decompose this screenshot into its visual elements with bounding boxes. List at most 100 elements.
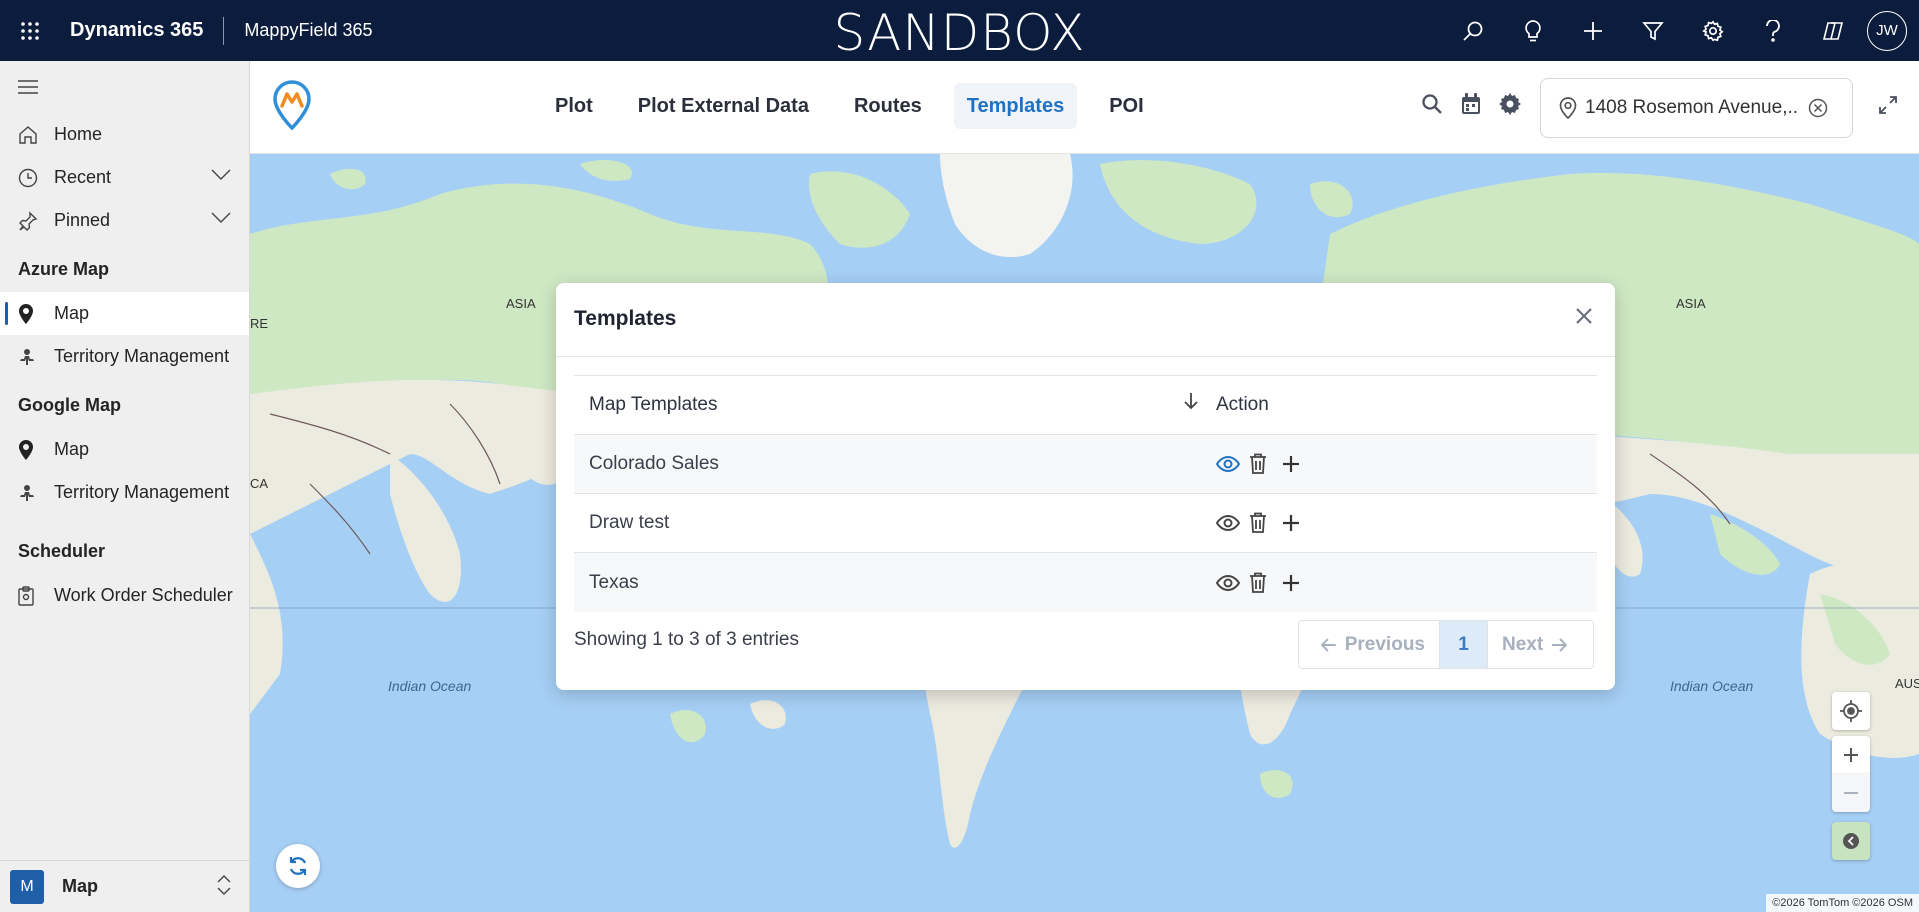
search-icon[interactable]	[1443, 0, 1503, 61]
search-icon[interactable]	[1412, 93, 1451, 115]
nav-item-google-map[interactable]: Map	[0, 428, 249, 471]
nav-item-label: Map	[54, 303, 90, 323]
dialog-divider	[556, 356, 1615, 357]
nav-item-label: Territory Management	[54, 482, 230, 502]
nav-item-recent[interactable]: Recent	[0, 156, 249, 199]
delete-trash-icon[interactable]	[1249, 512, 1282, 534]
map-pin-icon	[18, 303, 54, 324]
map-label-ca: CA	[250, 476, 269, 491]
area-name: Map	[62, 876, 98, 896]
calendar-icon[interactable]	[1451, 93, 1490, 115]
filter-icon[interactable]	[1623, 0, 1683, 61]
arrow-right-icon	[1552, 637, 1568, 652]
my-location-icon[interactable]	[1832, 692, 1870, 730]
previous-page-button[interactable]: Previous	[1299, 621, 1440, 668]
product-name[interactable]: Dynamics 365	[60, 19, 223, 42]
nav-item-home[interactable]: Home	[0, 113, 249, 156]
template-name: Colorado Sales	[589, 453, 719, 474]
app-launcher-icon[interactable]	[0, 0, 60, 61]
gear-icon[interactable]	[1683, 0, 1743, 61]
add-plus-icon[interactable]	[1282, 455, 1315, 473]
map-label-asia: ASIA	[1676, 296, 1706, 311]
column-header-map-templates[interactable]: Map Templates	[574, 392, 1216, 416]
location-field[interactable]: 1408 Rosemon Avenue,...	[1540, 78, 1853, 138]
clipboard-icon	[18, 585, 54, 606]
nav-item-label: Pinned	[54, 210, 111, 230]
map-label-indian-ocean: Indian Ocean	[388, 678, 472, 694]
area-badge: M	[10, 869, 44, 904]
chevron-down-icon[interactable]	[211, 169, 231, 181]
templates-dialog: Templates Map Templates Action Colorado …	[556, 283, 1615, 690]
add-plus-icon[interactable]	[1282, 514, 1315, 532]
view-eye-icon[interactable]	[1216, 455, 1249, 473]
pagination: Previous 1 Next	[1298, 620, 1594, 669]
close-icon[interactable]	[1575, 307, 1593, 325]
chevron-up-down-icon[interactable]	[217, 875, 231, 895]
lightbulb-icon[interactable]	[1503, 0, 1563, 61]
map-label-aus: AUS	[1895, 676, 1919, 691]
territory-icon	[18, 484, 54, 502]
plus-icon[interactable]	[1563, 0, 1623, 61]
app-name[interactable]: MappyField 365	[224, 20, 372, 41]
map-label-re: RE	[250, 316, 269, 331]
clear-circle-icon[interactable]	[1808, 98, 1828, 118]
table-row: Colorado Sales	[574, 435, 1597, 494]
delete-trash-icon[interactable]	[1249, 453, 1282, 475]
home-icon	[18, 125, 54, 145]
tab-routes[interactable]: Routes	[841, 83, 935, 129]
location-pin-icon	[1559, 97, 1577, 119]
location-input-value[interactable]: 1408 Rosemon Avenue,...	[1585, 97, 1799, 119]
nav-item-label: Map	[54, 439, 90, 459]
mappyfield-logo	[272, 80, 312, 130]
add-plus-icon[interactable]	[1282, 574, 1315, 592]
nav-item-work-order-scheduler[interactable]: Work Order Scheduler	[0, 574, 249, 617]
gear-icon[interactable]	[1490, 93, 1529, 115]
nav-item-label: Work Order Scheduler	[54, 585, 233, 605]
nav-item-google-territory-management[interactable]: Territory Management	[0, 471, 249, 514]
template-name: Texas	[589, 571, 639, 593]
clock-icon	[18, 168, 54, 188]
nav-group-scheduler: Scheduler	[18, 541, 106, 561]
table-row: Draw test	[574, 494, 1597, 553]
delete-trash-icon[interactable]	[1249, 572, 1282, 594]
nav-item-label: Recent	[54, 167, 112, 187]
next-page-button[interactable]: Next	[1488, 621, 1593, 668]
chevron-down-icon[interactable]	[211, 212, 231, 224]
help-icon[interactable]	[1743, 0, 1803, 61]
table-header-row: Map Templates Action	[574, 376, 1597, 435]
arrow-left-icon	[1321, 637, 1336, 652]
top-bar: Dynamics 365 MappyField 365 SANDBOX JW	[0, 0, 1919, 62]
map-attribution: ©2026 TomTom ©2026 OSM	[1766, 894, 1919, 912]
pin-icon	[18, 210, 54, 231]
refresh-icon[interactable]	[276, 844, 320, 888]
hamburger-menu-icon[interactable]	[0, 61, 249, 113]
nav-item-label: Home	[54, 124, 103, 144]
zoom-in-button[interactable]	[1832, 736, 1870, 774]
nav-item-azure-map[interactable]: Map	[0, 292, 249, 335]
map-app-header: Plot Plot External Data Routes Templates…	[250, 61, 1919, 154]
tab-plot[interactable]: Plot	[542, 83, 606, 129]
left-navigation: Home Recent Pinned Azure Map Map Territo…	[0, 61, 250, 912]
zoom-out-button[interactable]	[1832, 774, 1870, 812]
map-label-indian-ocean: Indian Ocean	[1670, 678, 1754, 694]
nav-item-pinned[interactable]: Pinned	[0, 199, 249, 242]
map-style-toggle[interactable]	[1832, 822, 1870, 860]
area-switcher[interactable]: M Map	[0, 860, 249, 912]
tab-plot-external-data[interactable]: Plot External Data	[625, 83, 822, 129]
table-info: Showing 1 to 3 of 3 entries	[574, 629, 799, 650]
tab-poi[interactable]: POI	[1096, 83, 1156, 129]
nav-item-azure-territory-management[interactable]: Territory Management	[0, 335, 249, 378]
view-eye-icon[interactable]	[1216, 574, 1249, 592]
page-number-button[interactable]: 1	[1440, 621, 1488, 668]
view-eye-icon[interactable]	[1216, 514, 1249, 532]
template-name: Draw test	[589, 512, 670, 533]
column-header-action: Action	[1216, 394, 1269, 415]
tab-templates[interactable]: Templates	[953, 83, 1078, 129]
copilot-icon[interactable]	[1803, 0, 1863, 61]
user-avatar[interactable]: JW	[1867, 10, 1907, 51]
expand-icon[interactable]	[1878, 95, 1898, 115]
nav-item-label: Territory Management	[54, 346, 230, 366]
map-label-asia: ASIA	[506, 296, 536, 311]
sort-descending-icon[interactable]	[1184, 392, 1198, 410]
nav-group-google-map: Google Map	[18, 395, 121, 415]
